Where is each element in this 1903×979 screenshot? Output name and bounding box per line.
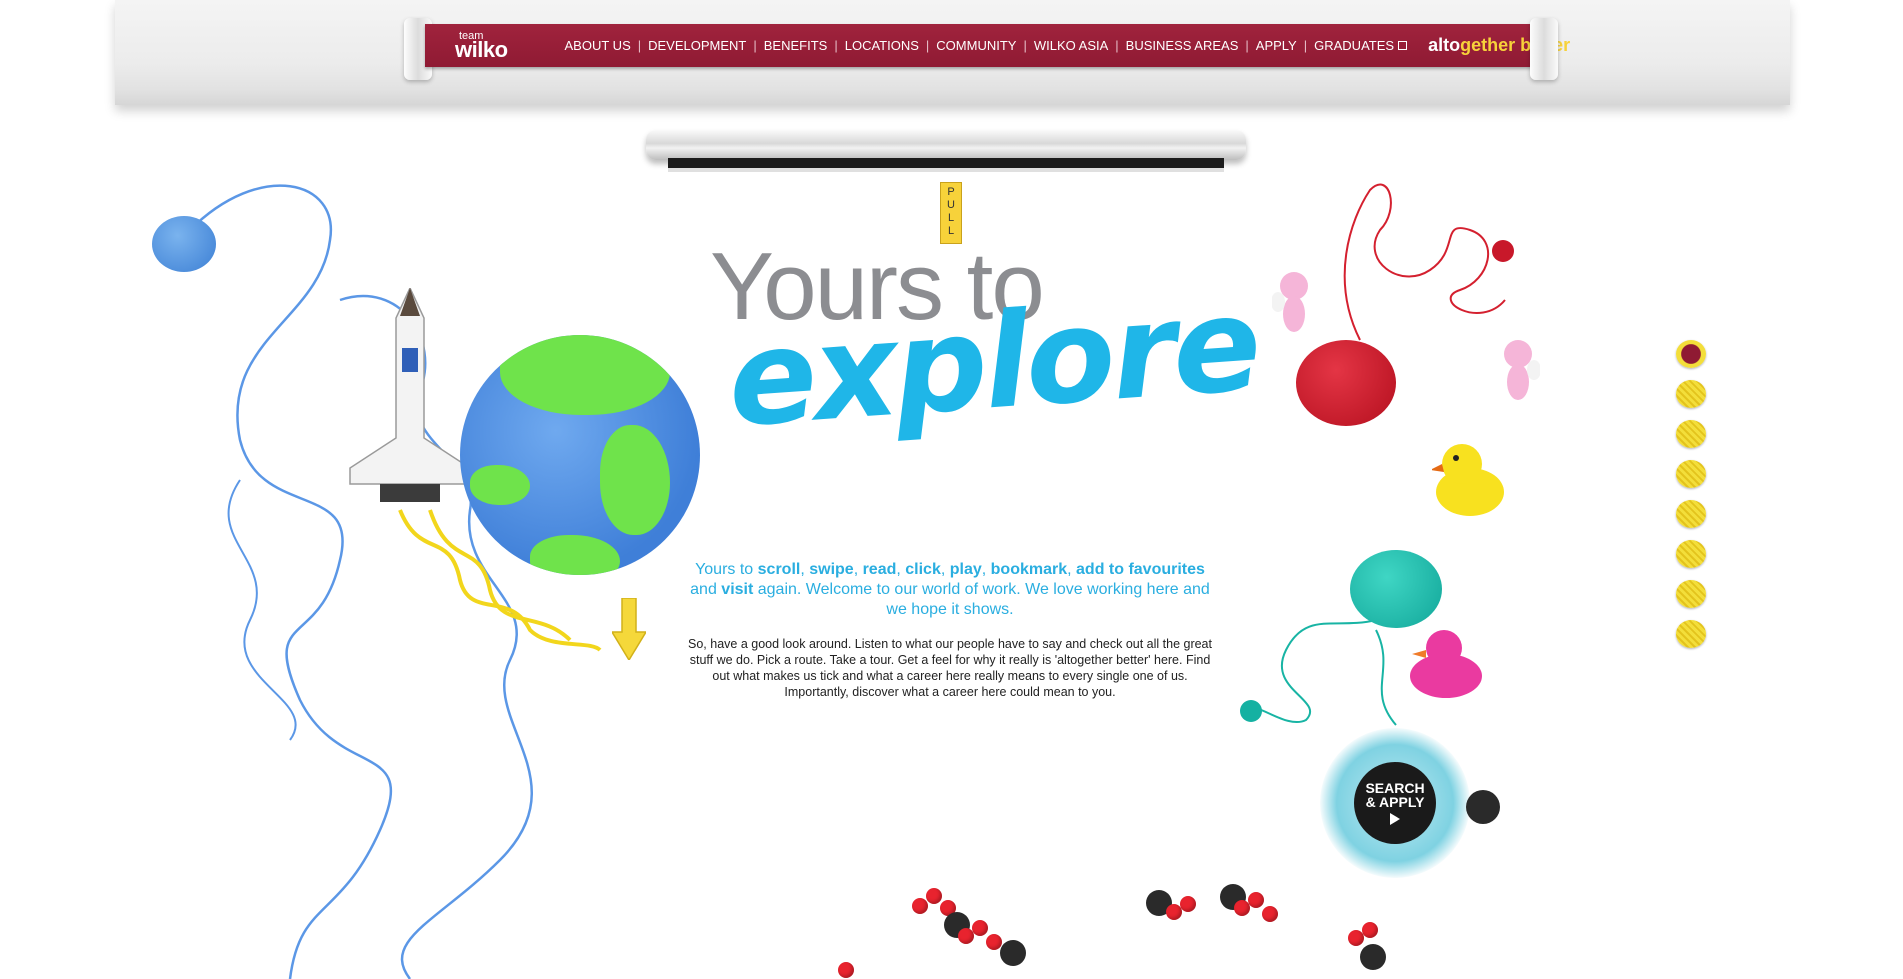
- intro-bookmark: bookmark: [990, 561, 1068, 578]
- nav-apply[interactable]: APPLY: [1249, 38, 1304, 53]
- intro-favourites: add to favourites: [1076, 561, 1205, 578]
- red-balloon: [1362, 922, 1378, 938]
- external-link-icon: [1398, 41, 1408, 50]
- projector-screen-case: [646, 130, 1246, 160]
- nav-locations[interactable]: LOCATIONS: [838, 38, 926, 53]
- person-photo: [1000, 940, 1026, 966]
- small-red-yarn-ball: [1492, 240, 1514, 262]
- intro-fragment: ,: [853, 561, 863, 578]
- red-balloon: [838, 962, 854, 978]
- pull-letter: L: [947, 212, 955, 224]
- nav-items: ABOUT US | DEVELOPMENT | BENEFITS | LOCATIO…: [558, 38, 1415, 53]
- progress-dot[interactable]: [1676, 420, 1706, 448]
- intro-fragment: ,: [981, 561, 991, 578]
- globe-land-east: [600, 425, 670, 535]
- teal-yarn-string: [1247, 619, 1397, 726]
- red-balloon: [1262, 906, 1278, 922]
- teal-yarn-ball: [1350, 550, 1442, 628]
- tagline-gether: gether: [1460, 35, 1516, 55]
- intro-read: read: [862, 561, 897, 578]
- intro-scroll: scroll: [757, 561, 801, 578]
- globe-land-west: [470, 465, 530, 505]
- person-photo: [1360, 944, 1386, 970]
- nav-business-areas[interactable]: BUSINESS AREAS: [1119, 38, 1246, 53]
- intro-fragment: ,: [1067, 561, 1077, 578]
- intro-text: Yours to scroll, swipe, read, click, pla…: [680, 560, 1220, 620]
- progress-dot[interactable]: [1676, 340, 1706, 368]
- main-navigation: team wilko ABOUT US | DEVELOPMENT | BENEFI…: [425, 24, 1570, 67]
- projector-screen-slot: [668, 158, 1224, 172]
- logo-big-text: wilko: [455, 36, 508, 62]
- yarn-globe: [460, 335, 700, 575]
- intro-visit: visit: [721, 581, 754, 598]
- small-teal-yarn-ball: [1240, 700, 1262, 722]
- tagline-alto: alto: [1428, 35, 1461, 55]
- progress-dot[interactable]: [1676, 380, 1706, 408]
- yellow-rubber-duck-icon: [1432, 444, 1504, 516]
- pink-angel-toy-icon: [1504, 340, 1540, 400]
- person-photo: [1466, 790, 1500, 824]
- intro-swipe: swipe: [809, 561, 854, 578]
- nav-community[interactable]: COMMUNITY: [929, 38, 1023, 53]
- pink-angel-toy-icon: [1272, 272, 1308, 332]
- red-yarn-string: [1343, 183, 1506, 341]
- blue-yarn-ball: [152, 216, 216, 272]
- red-balloon: [1180, 896, 1196, 912]
- nav-wilko-asia[interactable]: WILKO ASIA: [1027, 38, 1115, 53]
- progress-dot[interactable]: [1676, 460, 1706, 488]
- intro-fragment: ,: [800, 561, 810, 578]
- intro-fragment: again. Welcome to our world of work. We …: [753, 581, 1210, 618]
- nav-development[interactable]: DEVELOPMENT: [641, 38, 753, 53]
- pull-letter: U: [947, 199, 955, 211]
- intro-fragment: ,: [940, 561, 950, 578]
- red-balloon: [912, 898, 928, 914]
- intro-fragment: Yours to: [695, 561, 758, 578]
- progress-dot[interactable]: [1676, 580, 1706, 608]
- red-yarn-ball: [1296, 340, 1396, 426]
- intro-fragment: and: [690, 581, 722, 598]
- search-apply-line1: SEARCH: [1365, 780, 1425, 796]
- body-copy: So, have a good look around. Listen to w…: [688, 637, 1212, 699]
- intro-play: play: [949, 561, 982, 578]
- banner-scroll-right: [1530, 18, 1558, 80]
- search-apply-line2: & APPLY: [1365, 794, 1425, 810]
- red-balloon: [1248, 892, 1264, 908]
- progress-dot[interactable]: [1676, 500, 1706, 528]
- pink-rubber-duck-icon: [1410, 630, 1482, 698]
- globe-land-north: [500, 335, 670, 415]
- progress-dot[interactable]: [1676, 620, 1706, 648]
- red-balloon: [986, 934, 1002, 950]
- team-wilko-logo[interactable]: team wilko: [455, 30, 508, 62]
- red-balloon: [926, 888, 942, 904]
- play-icon: [1390, 813, 1400, 825]
- red-balloon: [972, 920, 988, 936]
- scroll-down-arrow-icon[interactable]: [612, 598, 646, 660]
- search-apply-badge: SEARCH & APPLY: [1354, 762, 1436, 844]
- section-progress-dots: [1676, 340, 1706, 648]
- nav-benefits[interactable]: BENEFITS: [757, 38, 835, 53]
- intro-fragment: ,: [896, 561, 906, 578]
- pull-letter: P: [947, 186, 955, 198]
- progress-dot[interactable]: [1676, 540, 1706, 568]
- nav-about-us[interactable]: ABOUT US: [558, 38, 638, 53]
- nav-graduates-label: GRADUATES: [1314, 38, 1395, 53]
- nav-graduates[interactable]: GRADUATES: [1307, 38, 1414, 53]
- globe-land-south: [530, 535, 620, 575]
- search-apply-button[interactable]: SEARCH & APPLY: [1320, 728, 1470, 878]
- intro-click: click: [905, 561, 941, 578]
- lego-space-shuttle: [349, 288, 471, 502]
